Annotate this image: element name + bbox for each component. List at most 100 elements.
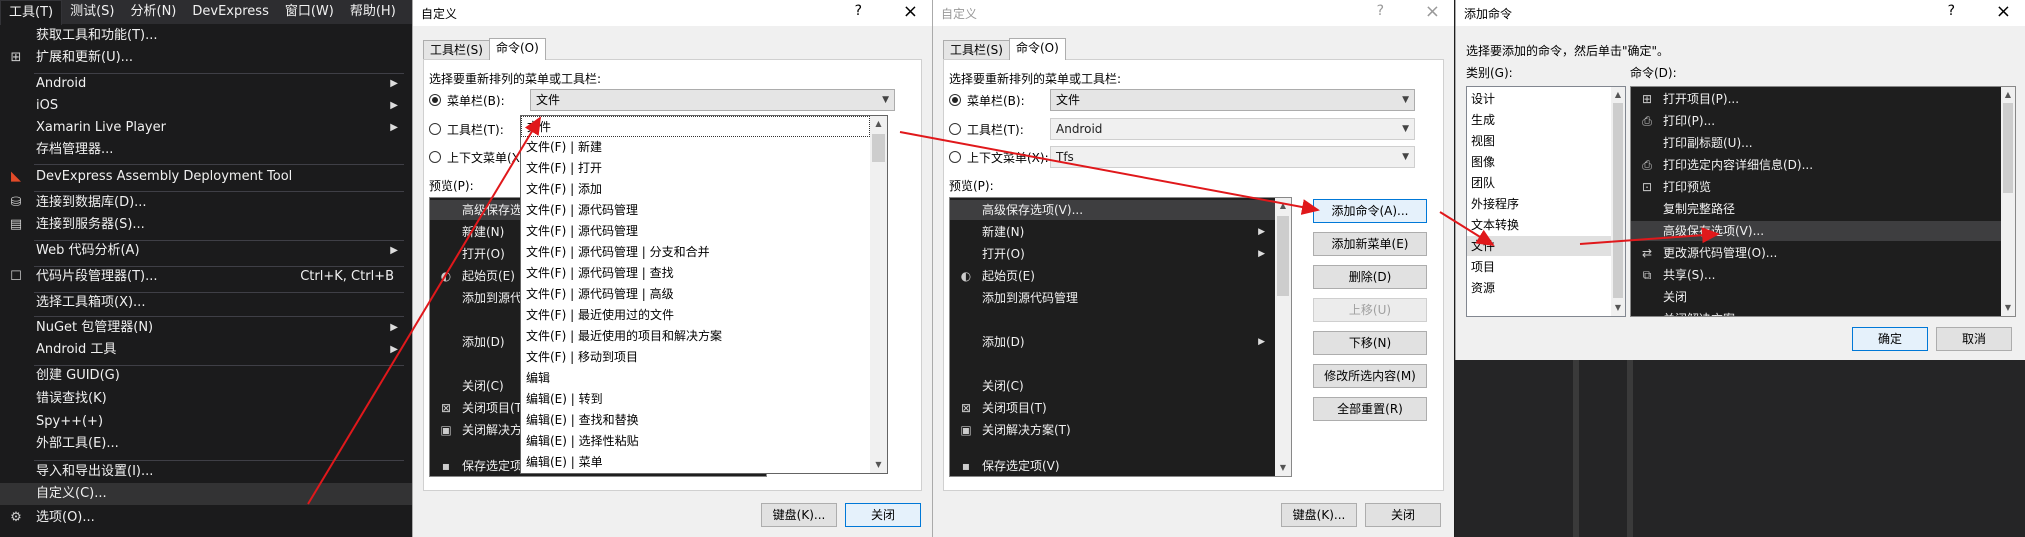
close-button[interactable]: 关闭 <box>1365 503 1441 527</box>
category-item[interactable]: 设计 <box>1471 89 1495 109</box>
dropdown-item[interactable]: 文件(F) | 源代码管理 | 查找 <box>521 263 887 284</box>
delete-button[interactable]: 删除(D) <box>1313 265 1427 289</box>
dropdown-item[interactable]: 文件(F) | 源代码管理 | 高级 <box>521 284 887 305</box>
menubar-combo[interactable]: 文件 ▼ <box>1050 89 1415 111</box>
menubar-window[interactable]: 窗口(W) <box>277 0 342 24</box>
toolbar-combo[interactable]: Android ▼ <box>1050 118 1415 140</box>
radio-toolbar[interactable] <box>949 123 961 135</box>
menu-item-devexpress-deploy[interactable]: ◣ DevExpress Assembly Deployment Tool <box>0 166 412 188</box>
menu-item-get-tools[interactable]: 获取工具和功能(T)... <box>0 25 412 47</box>
dropdown-item[interactable]: 文件(F) | 移动到项目 <box>521 347 887 368</box>
preview-item[interactable]: 添加到源代码管理 <box>950 288 1273 308</box>
dropdown-item[interactable]: 文件 <box>521 116 870 137</box>
scroll-up-icon[interactable]: ▲ <box>1275 198 1291 214</box>
menu-item-choose-toolbox-items[interactable]: 选择工具箱项(X)... <box>0 292 412 314</box>
dropdown-item[interactable]: 编辑 <box>521 368 887 389</box>
dropdown-scrollbar[interactable]: ▲ ▼ <box>870 116 887 473</box>
category-item[interactable]: 资源 <box>1471 278 1495 298</box>
scroll-thumb[interactable] <box>2003 103 2013 193</box>
dropdown-item[interactable]: 文件(F) | 最近使用的项目和解决方案 <box>521 326 887 347</box>
scroll-up-icon[interactable]: ▲ <box>2001 87 2015 103</box>
category-item[interactable]: 生成 <box>1471 110 1495 130</box>
help-icon[interactable]: ? <box>1948 3 1955 19</box>
keyboard-button[interactable]: 键盘(K)... <box>761 503 837 527</box>
category-item[interactable]: 视图 <box>1471 131 1495 151</box>
menu-item-xamarin-live-player[interactable]: Xamarin Live Player ▶ <box>0 117 412 139</box>
dropdown-item[interactable]: 编辑(E) | 菜单 <box>521 452 887 473</box>
category-scrollbar[interactable]: ▲ ▼ <box>1611 87 1625 316</box>
context-combo[interactable]: Tfs ▼ <box>1050 146 1415 168</box>
preview-item[interactable]: 打开(O) ▶ <box>950 244 1273 264</box>
scroll-thumb[interactable] <box>1613 103 1623 298</box>
scroll-down-icon[interactable]: ▼ <box>1611 300 1625 316</box>
radio-context-menu[interactable] <box>949 151 961 163</box>
keyboard-button[interactable]: 键盘(K)... <box>1281 503 1357 527</box>
category-item[interactable]: 图像 <box>1471 152 1495 172</box>
command-item-selected[interactable]: 高级保存选项(V)... <box>1631 221 2001 241</box>
preview-item[interactable]: 关闭(C) <box>950 376 1273 396</box>
category-item[interactable]: 外接程序 <box>1471 194 1519 214</box>
scroll-down-icon[interactable]: ▼ <box>2001 300 2015 316</box>
move-up-button[interactable]: 上移(U) <box>1313 298 1427 322</box>
modify-selection-button[interactable]: 修改所选内容(M) <box>1313 364 1427 388</box>
dropdown-item[interactable]: 文件(F) | 添加 <box>521 179 887 200</box>
dropdown-item[interactable]: 编辑(E) | 选择性粘贴 <box>521 431 887 452</box>
help-icon[interactable]: ? <box>855 3 862 19</box>
add-command-button[interactable]: 添加命令(A)... <box>1313 199 1427 223</box>
menu-item-customize[interactable]: 自定义(C)... <box>0 483 412 505</box>
scroll-down-icon[interactable]: ▼ <box>870 457 887 473</box>
dropdown-item[interactable]: 编辑(E) | 转到 <box>521 389 887 410</box>
preview-item[interactable]: ▪ 保存选定项(V) <box>950 456 1273 476</box>
add-new-menu-button[interactable]: 添加新菜单(E) <box>1313 232 1427 256</box>
radio-toolbar[interactable] <box>429 123 441 135</box>
command-item[interactable]: ⊞ 打开项目(P)... <box>1631 89 2001 109</box>
menu-item-snippet-manager[interactable]: ☐ 代码片段管理器(T)... Ctrl+K, Ctrl+B <box>0 266 412 288</box>
menu-item-android[interactable]: Android ▶ <box>0 73 412 95</box>
scroll-up-icon[interactable]: ▲ <box>870 116 887 132</box>
radio-menubar[interactable] <box>429 94 441 106</box>
scroll-down-icon[interactable]: ▼ <box>1275 460 1291 476</box>
reset-all-button[interactable]: 全部重置(R) <box>1313 397 1427 421</box>
category-item-selected[interactable]: 文件 <box>1467 236 1611 256</box>
preview-item[interactable]: 添加(D) ▶ <box>950 332 1273 352</box>
menu-item-spy[interactable]: Spy++(+) <box>0 411 412 433</box>
command-item[interactable]: ⧉ 共享(S)... <box>1631 265 2001 285</box>
tab-commands[interactable]: 命令(O) <box>1009 38 1066 60</box>
dropdown-item[interactable]: 文件(F) | 源代码管理 <box>521 221 887 242</box>
menubar-tools[interactable]: 工具(T) <box>0 0 63 25</box>
menubar-devexpress[interactable]: DevExpress <box>184 0 276 24</box>
close-icon[interactable]: × <box>903 1 918 22</box>
radio-context-menu[interactable] <box>429 151 441 163</box>
tab-toolbars[interactable]: 工具栏(S) <box>423 40 490 60</box>
menu-item-web-code-analysis[interactable]: Web 代码分析(A) ▶ <box>0 240 412 262</box>
menu-item-connect-server[interactable]: ▤ 连接到服务器(S)... <box>0 214 412 236</box>
preview-item[interactable]: 新建(N) ▶ <box>950 222 1273 242</box>
preview-item[interactable]: ▣ 关闭解决方案(T) <box>950 420 1273 440</box>
command-item[interactable]: 复制完整路径 <box>1631 199 2001 219</box>
menu-item-ios[interactable]: iOS ▶ <box>0 95 412 117</box>
move-down-button[interactable]: 下移(N) <box>1313 331 1427 355</box>
menubar-combo[interactable]: 文件 ▼ <box>530 89 895 111</box>
command-item[interactable]: ⎙ 打印选定内容详细信息(D)... <box>1631 155 2001 175</box>
command-item[interactable]: ⎙ 打印(P)... <box>1631 111 2001 131</box>
scroll-thumb[interactable] <box>872 134 885 162</box>
menu-item-external-tools[interactable]: 外部工具(E)... <box>0 433 412 455</box>
tab-commands[interactable]: 命令(O) <box>489 38 546 60</box>
menu-item-nuget[interactable]: NuGet 包管理器(N) ▶ <box>0 317 412 339</box>
menu-item-archive-manager[interactable]: 存档管理器... <box>0 139 412 161</box>
menu-item-connect-database[interactable]: ⛁ 连接到数据库(D)... <box>0 192 412 214</box>
close-button[interactable]: 关闭 <box>845 503 921 527</box>
dropdown-item[interactable]: 文件(F) | 新建 <box>521 137 887 158</box>
command-scrollbar[interactable]: ▲ ▼ <box>2001 87 2015 316</box>
scroll-thumb[interactable] <box>1277 216 1289 296</box>
command-item[interactable]: 关闭 <box>1631 287 2001 307</box>
category-item[interactable]: 文本转换 <box>1471 215 1519 235</box>
command-item[interactable]: 关闭解决方案 <box>1631 309 2001 316</box>
dropdown-item[interactable]: 编辑(E) | 查找和替换 <box>521 410 887 431</box>
menubar-analyze[interactable]: 分析(N) <box>123 0 185 24</box>
menu-item-create-guid[interactable]: 创建 GUID(G) <box>0 365 412 387</box>
menu-item-error-lookup[interactable]: 错误查找(K) <box>0 388 412 410</box>
help-icon[interactable]: ? <box>1377 3 1384 19</box>
command-item[interactable]: ⇄ 更改源代码管理(O)... <box>1631 243 2001 263</box>
command-item[interactable]: 打印副标题(U)... <box>1631 133 2001 153</box>
